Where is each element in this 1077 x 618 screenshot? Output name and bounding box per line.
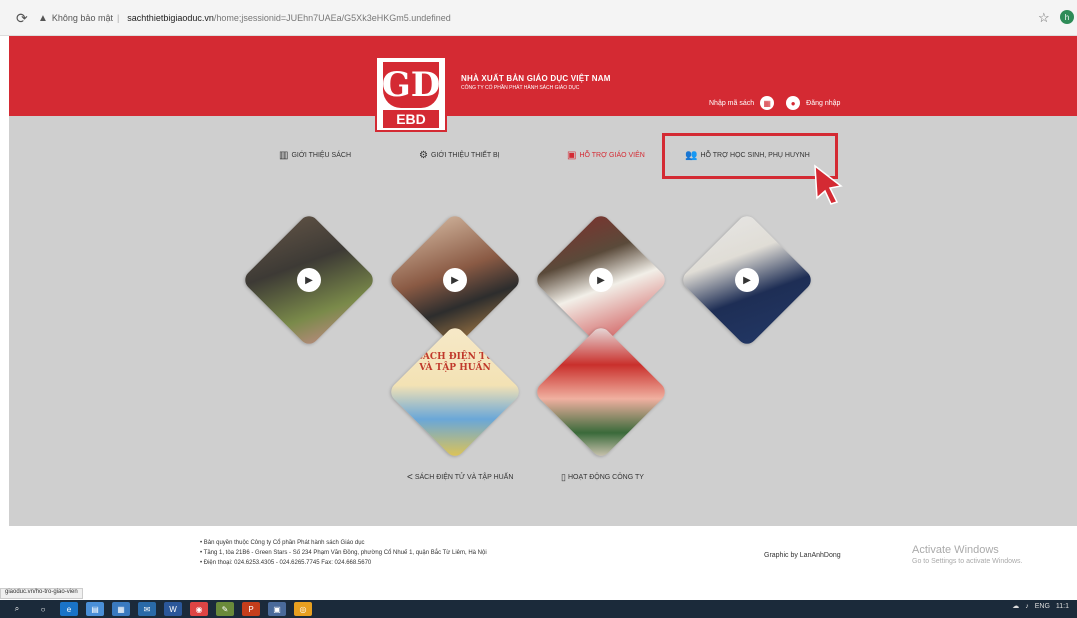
books-icon: ▥ bbox=[279, 150, 289, 161]
ebook-title-line2: VÀ TẬP HUẤN bbox=[419, 363, 491, 373]
logo-gd: GD bbox=[382, 62, 440, 108]
video-tile-1[interactable]: ▶ bbox=[241, 212, 377, 348]
ebook-title-line1: SÁCH ĐIỆN TỬ bbox=[416, 352, 494, 362]
devices-icon: ⚙ bbox=[419, 150, 428, 161]
share-icon: < bbox=[407, 472, 413, 483]
enter-code-link[interactable]: Nhập mã sách bbox=[709, 100, 754, 107]
nav-label: GIỚI THIỆU THIẾT BỊ bbox=[430, 152, 500, 159]
status-url: giaoduc.vn/ho-tro-giao-vien bbox=[0, 588, 83, 599]
company-activity-tile[interactable] bbox=[533, 324, 669, 460]
nav-label: HỖ TRỢ GIÁO VIÊN bbox=[579, 152, 645, 159]
activate-windows-watermark: Activate Windows Go to Settings to activ… bbox=[912, 544, 1023, 565]
url-host: sachthietbigiaoduc.vn bbox=[127, 13, 214, 23]
mail-icon[interactable]: ✉ bbox=[138, 602, 156, 616]
logo-ebd: EBD bbox=[383, 110, 439, 128]
powerpoint-icon[interactable]: P bbox=[242, 602, 260, 616]
search-icon[interactable]: ⌕ bbox=[8, 602, 26, 616]
brand-title: NHÀ XUẤT BẢN GIÁO DỤC VIỆT NAM bbox=[461, 74, 611, 83]
web-page: NHÀ XUẤT BẢN GIÁO DỤC VIỆT NAM CÔNG TY C… bbox=[9, 36, 1077, 526]
nav-book-intro[interactable]: ▥ GIỚI THIỆU SÁCH bbox=[279, 150, 351, 161]
photos-icon[interactable]: ▣ bbox=[268, 602, 286, 616]
chrome-icon[interactable]: ◎ bbox=[294, 602, 312, 616]
language-indicator[interactable]: ENG bbox=[1035, 603, 1050, 610]
edge-icon[interactable]: e bbox=[60, 602, 78, 616]
login-link[interactable]: Đăng nhập bbox=[806, 100, 840, 107]
warning-icon: ▲ bbox=[38, 12, 48, 24]
cortana-icon[interactable]: ○ bbox=[34, 602, 52, 616]
video-tile-4[interactable]: ▶ bbox=[679, 212, 815, 348]
pointer-arrow-icon bbox=[814, 164, 843, 205]
site-footer: • Bản quyền thuộc Công ty Cổ phần Phát h… bbox=[0, 526, 1077, 590]
nav-label: GIỚI THIỆU SÁCH bbox=[291, 152, 352, 159]
word-icon[interactable]: W bbox=[164, 602, 182, 616]
main-nav: ▥ GIỚI THIỆU SÁCH ⚙ GIỚI THIỆU THIẾT BỊ … bbox=[9, 144, 1077, 170]
building-icon: ▯ bbox=[561, 472, 566, 482]
browser-toolbar: ⟳ ▲ Không bảo mật | sachthietbigiaoduc.v… bbox=[0, 0, 1077, 36]
clock[interactable]: 11:1 bbox=[1056, 603, 1069, 610]
highlight-box bbox=[662, 133, 838, 179]
system-tray: ☁ ♪ ENG 11:1 bbox=[1006, 602, 1069, 611]
address-bar[interactable]: ▲ Không bảo mật | sachthietbigiaoduc.vn … bbox=[38, 8, 1018, 28]
activate-subtitle: Go to Settings to activate Windows. bbox=[912, 558, 1023, 565]
play-icon[interactable]: ▶ bbox=[443, 268, 467, 292]
security-label: Không bảo mật bbox=[51, 13, 113, 23]
paint-icon[interactable]: ✎ bbox=[216, 602, 234, 616]
teacher-icon: ▣ bbox=[567, 150, 577, 161]
divider: | bbox=[116, 13, 120, 23]
bookmark-star-icon[interactable]: ☆ bbox=[1038, 10, 1050, 26]
tablet-icon[interactable]: ▤ bbox=[86, 602, 104, 616]
user-icon[interactable]: ● bbox=[786, 96, 801, 110]
play-icon[interactable]: ▶ bbox=[589, 268, 613, 292]
footer-info: • Bản quyền thuộc Công ty Cổ phần Phát h… bbox=[200, 538, 487, 568]
activate-title: Activate Windows bbox=[912, 544, 999, 556]
ebook-training-tile[interactable]: SÁCH ĐIỆN TỬ VÀ TẬP HUẤN bbox=[387, 324, 523, 460]
footer-credit: Graphic by LanAnhDong bbox=[764, 552, 841, 559]
company-activity-link[interactable]: ▯ HOẠT ĐỘNG CÔNG TY bbox=[561, 472, 644, 483]
footer-phone: • Điện thoại: 024.6253.4305 - 024.6265.7… bbox=[200, 560, 372, 566]
company-activity-label: HOẠT ĐỘNG CÔNG TY bbox=[567, 474, 644, 481]
url-path: /home;jsessionid=JUEhn7UAEa/G5Xk3eHKGm5.… bbox=[213, 13, 451, 23]
volume-icon[interactable]: ♪ bbox=[1025, 603, 1029, 610]
app-icon[interactable]: ◉ bbox=[190, 602, 208, 616]
play-icon[interactable]: ▶ bbox=[735, 268, 759, 292]
profile-avatar[interactable]: h bbox=[1060, 10, 1074, 24]
ebook-link-label: SÁCH ĐIỆN TỬ VÀ TẬP HUẤN bbox=[414, 474, 514, 481]
play-icon[interactable]: ▶ bbox=[297, 268, 321, 292]
header-links: Nhập mã sách ▦ ● Đăng nhập bbox=[709, 96, 840, 110]
qr-code-icon[interactable]: ▦ bbox=[760, 96, 775, 110]
footer-copyright: • Bản quyền thuộc Công ty Cổ phần Phát h… bbox=[200, 540, 365, 546]
reload-icon[interactable]: ⟳ bbox=[16, 10, 28, 27]
ebook-link[interactable]: < SÁCH ĐIỆN TỬ VÀ TẬP HUẤN bbox=[407, 472, 513, 483]
footer-address: • Tầng 1, tòa 21B6 - Green Stars - Số 23… bbox=[200, 550, 487, 556]
nav-teacher-support[interactable]: ▣ HỖ TRỢ GIÁO VIÊN bbox=[567, 150, 645, 161]
brand-text: NHÀ XUẤT BẢN GIÁO DỤC VIỆT NAM CÔNG TY C… bbox=[461, 74, 611, 91]
windows-taskbar: ⌕ ○ e ▤ ▦ ✉ W ◉ ✎ P ▣ ◎ ☁ ♪ ENG 11:1 bbox=[0, 600, 1077, 618]
store-icon[interactable]: ▦ bbox=[112, 602, 130, 616]
site-header: NHÀ XUẤT BẢN GIÁO DỤC VIỆT NAM CÔNG TY C… bbox=[9, 36, 1077, 116]
brand-subtitle: CÔNG TY CỔ PHẦN PHÁT HÀNH SÁCH GIÁO DỤC bbox=[461, 85, 580, 91]
network-icon[interactable]: ☁ bbox=[1012, 602, 1019, 610]
site-logo[interactable]: GD EBD bbox=[375, 56, 447, 132]
nav-device-intro[interactable]: ⚙ GIỚI THIỆU THIẾT BỊ bbox=[419, 150, 500, 161]
